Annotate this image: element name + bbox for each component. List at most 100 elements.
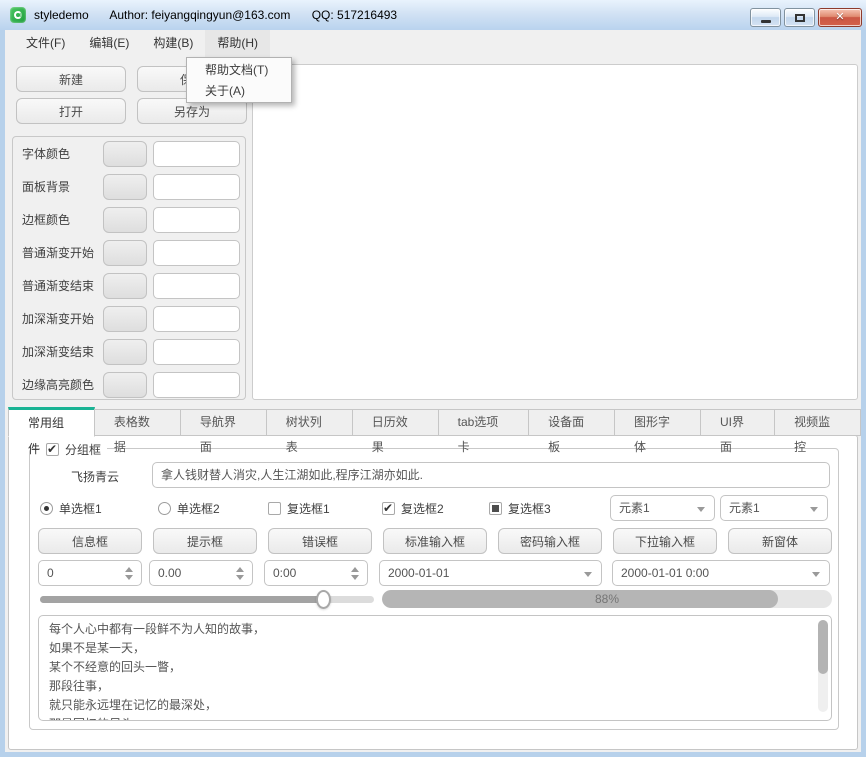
color-swatch-button[interactable] xyxy=(103,141,147,167)
minimize-icon xyxy=(761,20,771,23)
tab-tree-list[interactable]: 树状列表 xyxy=(266,409,353,436)
time-spinbox[interactable]: 0:00 xyxy=(264,560,368,586)
standard-input-button[interactable]: 标准输入框 xyxy=(383,528,487,554)
combo-box-1[interactable]: 元素1 xyxy=(610,495,715,521)
story-textarea[interactable]: 每个人心中都有一段鲜不为人知的故事， 如果不是某一天， 某个不经意的回头一瞥， … xyxy=(38,615,832,721)
radio-icon xyxy=(158,502,171,515)
menu-item-help-doc[interactable]: 帮助文档(T) xyxy=(187,60,291,81)
spinbox-arrows-icon[interactable] xyxy=(236,567,244,580)
spinbox-arrows-icon[interactable] xyxy=(351,567,359,580)
radio-label: 单选框1 xyxy=(59,500,102,517)
chevron-down-icon xyxy=(584,572,592,577)
color-swatch-button[interactable] xyxy=(103,339,147,365)
dropdown-input-button[interactable]: 下拉输入框 xyxy=(613,528,717,554)
tab-device-panel[interactable]: 设备面板 xyxy=(528,409,615,436)
date-picker-value: 2000-01-01 xyxy=(388,561,449,585)
minimize-button[interactable] xyxy=(750,8,781,27)
color-swatch-button[interactable] xyxy=(103,306,147,332)
scrollbar-thumb[interactable] xyxy=(818,620,828,674)
color-label: 加深渐变开始 xyxy=(22,306,94,332)
radio-1[interactable]: 单选框1 xyxy=(40,495,102,521)
radio-2[interactable]: 单选框2 xyxy=(158,495,220,521)
titlebar[interactable]: styledemo Author: feiyangqingyun@163.com… xyxy=(0,0,866,30)
slider-handle[interactable] xyxy=(316,590,331,609)
new-window-button[interactable]: 新窗体 xyxy=(728,528,832,554)
color-swatch-button[interactable] xyxy=(103,207,147,233)
tab-common-widgets[interactable]: 常用组件 xyxy=(8,407,95,437)
menu-item-about[interactable]: 关于(A) xyxy=(187,81,291,102)
tab-ui[interactable]: UI界面 xyxy=(700,409,775,436)
hint-dialog-button[interactable]: 提示框 xyxy=(153,528,257,554)
color-value-input[interactable] xyxy=(153,273,240,299)
color-swatch-button[interactable] xyxy=(103,174,147,200)
color-value-input[interactable] xyxy=(153,339,240,365)
spinbox-value: 0.00 xyxy=(158,561,181,585)
spinbox-arrows-icon[interactable] xyxy=(125,567,133,580)
checkbox-label: 复选框1 xyxy=(287,500,330,517)
checkbox-icon xyxy=(382,502,395,515)
menu-edit[interactable]: 编辑(E) xyxy=(77,30,141,57)
date-picker[interactable]: 2000-01-01 xyxy=(379,560,602,586)
color-row-border: 边框颜色 xyxy=(13,207,245,233)
new-button[interactable]: 新建 xyxy=(16,66,126,92)
horizontal-slider[interactable] xyxy=(40,588,374,610)
close-button[interactable]: ✕ xyxy=(818,8,862,27)
vertical-scrollbar[interactable] xyxy=(818,620,828,712)
password-input-button[interactable]: 密码输入框 xyxy=(498,528,602,554)
preview-panel xyxy=(252,64,858,400)
spinbox-value: 0 xyxy=(47,561,54,585)
tab-nav-ui[interactable]: 导航界面 xyxy=(180,409,267,436)
dialog-button-row: 信息框 提示框 错误框 标准输入框 密码输入框 下拉输入框 新窗体 xyxy=(38,528,832,554)
color-label: 普通渐变开始 xyxy=(22,240,94,266)
textarea-line: 如果不是某一天， xyxy=(49,639,809,658)
help-dropdown-menu: 帮助文档(T) 关于(A) xyxy=(186,57,292,103)
chevron-down-icon xyxy=(697,507,705,512)
tab-tabcontrol[interactable]: tab选项卡 xyxy=(438,409,529,436)
tab-video-monitor[interactable]: 视频监控 xyxy=(774,409,861,436)
name-input-value: 拿人钱财替人消灾,人生江湖如此,程序江湖亦如此. xyxy=(161,463,423,487)
qq-text: QQ: 517216493 xyxy=(312,8,397,22)
checkbox-icon xyxy=(46,443,59,456)
combo-box-2[interactable]: 元素1 xyxy=(720,495,828,521)
combo-value: 元素1 xyxy=(729,496,760,520)
radio-icon xyxy=(40,502,53,515)
menu-help[interactable]: 帮助(H) xyxy=(205,30,270,57)
color-swatch-button[interactable] xyxy=(103,372,147,398)
color-value-input[interactable] xyxy=(153,240,240,266)
color-value-input[interactable] xyxy=(153,372,240,398)
color-value-input[interactable] xyxy=(153,174,240,200)
checkbox-2[interactable]: 复选框2 xyxy=(382,495,444,521)
textarea-line: 那段往事， xyxy=(49,677,809,696)
chevron-down-icon xyxy=(812,572,820,577)
checkbox-icon xyxy=(268,502,281,515)
name-input[interactable]: 拿人钱财替人消灾,人生江湖如此,程序江湖亦如此. xyxy=(152,462,830,488)
color-label: 面板背景 xyxy=(22,174,70,200)
info-dialog-button[interactable]: 信息框 xyxy=(38,528,142,554)
double-spinbox[interactable]: 0.00 xyxy=(149,560,253,586)
combo-value: 元素1 xyxy=(619,496,650,520)
datetime-picker[interactable]: 2000-01-01 0:00 xyxy=(612,560,830,586)
tab-calendar[interactable]: 日历效果 xyxy=(352,409,439,436)
group-box-checkbox[interactable]: 分组框 xyxy=(46,441,101,458)
color-value-input[interactable] xyxy=(153,141,240,167)
color-swatch-button[interactable] xyxy=(103,273,147,299)
checkbox-1[interactable]: 复选框1 xyxy=(268,495,330,521)
tab-icon-font[interactable]: 图形字体 xyxy=(614,409,701,436)
name-label: 飞扬青云 xyxy=(40,465,150,489)
error-dialog-button[interactable]: 错误框 xyxy=(268,528,372,554)
menu-file[interactable]: 文件(F) xyxy=(14,30,77,57)
color-row-normal-grad-start: 普通渐变开始 xyxy=(13,240,245,266)
close-icon: ✕ xyxy=(835,12,844,23)
color-value-input[interactable] xyxy=(153,306,240,332)
menu-build[interactable]: 构建(B) xyxy=(141,30,205,57)
color-swatch-button[interactable] xyxy=(103,240,147,266)
color-settings-panel: 字体颜色 面板背景 边框颜色 普通渐变开始 普通渐变结束 xyxy=(12,136,246,400)
checkbox-3[interactable]: 复选框3 xyxy=(489,495,551,521)
color-label: 边框颜色 xyxy=(22,207,70,233)
int-spinbox[interactable]: 0 xyxy=(38,560,142,586)
color-value-input[interactable] xyxy=(153,207,240,233)
open-button[interactable]: 打开 xyxy=(16,98,126,124)
maximize-button[interactable] xyxy=(784,8,815,27)
color-label: 普通渐变结束 xyxy=(22,273,94,299)
tab-table-data[interactable]: 表格数据 xyxy=(94,409,181,436)
